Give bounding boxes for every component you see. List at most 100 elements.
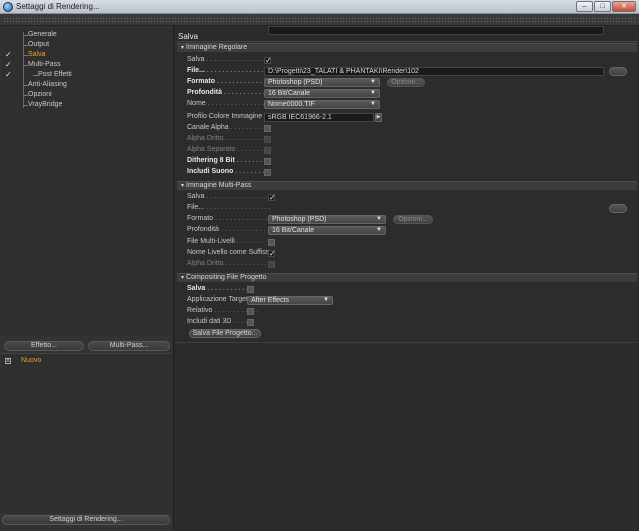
window-title-bar: Settaggi di Rendering... – □ ✕ — [0, 0, 639, 14]
minimize-button[interactable]: – — [576, 1, 593, 12]
tree-item-multi-pass[interactable]: ✓ Multi-Pass — [1, 60, 172, 70]
comp-include3d-checkbox[interactable] — [247, 319, 254, 326]
comp-target-dropdown[interactable]: After Effects ▼ — [247, 296, 333, 305]
regular-depth-dropdown[interactable]: 16 Bit/Canale ▼ — [264, 89, 380, 98]
mp-format-value: Photoshop (PSD) — [272, 216, 327, 223]
regular-alpha-straight-row: Alpha Dritto . . . . . . . . . . — [187, 135, 263, 142]
collapse-icon: ▾ — [181, 275, 185, 281]
regular-name-row: Nome . . . . . . . . . . . . . . . . — [187, 100, 268, 107]
mp-depth-label: Profondità — [187, 226, 219, 233]
window-title: Settaggi di Rendering... — [16, 2, 100, 11]
mp-suffix-label: Nome Livello come Suffisso — [187, 249, 274, 256]
regular-options-button[interactable]: Opzioni... — [387, 78, 425, 87]
chevron-down-icon: ▼ — [370, 101, 376, 107]
regular-alpha-checkbox[interactable] — [264, 125, 271, 132]
maximize-button[interactable]: □ — [594, 1, 611, 12]
regular-profile-label: Profilo Colore Immagine — [187, 113, 263, 120]
chevron-down-icon: ▼ — [376, 227, 382, 233]
section-regular-image[interactable]: ▾ Immagine Regolare — [177, 43, 637, 52]
regular-file-label[interactable]: File... — [187, 67, 205, 74]
tree-item-post-effetti[interactable]: ✓ Post Effetti — [1, 70, 172, 80]
arrow-right-icon[interactable]: ▶ — [375, 113, 382, 122]
mp-format-dropdown[interactable]: Photoshop (PSD) ▼ — [268, 215, 386, 224]
preset-list: x Nuovo — [1, 353, 172, 513]
mp-file-label[interactable]: File... — [187, 204, 204, 211]
check-icon[interactable]: ✓ — [5, 70, 12, 80]
tree-item-label: Post Effetti — [38, 71, 72, 78]
mp-options-button[interactable]: Opzioni... — [393, 215, 433, 224]
tree-item-label: Salva — [28, 51, 46, 58]
mp-depth-row: Profondità . . . . . . . . . . . . . — [187, 226, 270, 233]
mp-alpha-straight-checkbox[interactable] — [268, 261, 275, 268]
chevron-down-icon: ▼ — [370, 90, 376, 96]
regular-sound-checkbox[interactable] — [264, 169, 271, 176]
regular-name-dropdown[interactable]: Nome0000.TIF ▼ — [264, 100, 380, 109]
tree-item-label: VrayBridge — [28, 101, 63, 108]
tree-item-output[interactable]: Output — [1, 40, 172, 50]
check-icon[interactable]: ✓ — [5, 50, 12, 60]
app-icon — [3, 2, 13, 12]
multipass-button[interactable]: Multi-Pass... — [88, 341, 170, 351]
regular-dither-row: Dithering 8 Bit . . . . . . . — [187, 157, 263, 164]
comp-include3d-row: Includi dati 3D . . . . . — [187, 318, 251, 325]
chevron-down-icon: ▼ — [376, 216, 382, 222]
regular-depth-label: Profondità — [187, 89, 222, 96]
tree-item-label: Opzioni — [28, 91, 52, 98]
tree-item-anti-aliasing[interactable]: Anti-Aliasing — [1, 80, 172, 90]
section-compositing[interactable]: ▾ Compositing File Progetto — [177, 273, 637, 282]
regular-dither-checkbox[interactable] — [264, 158, 271, 165]
regular-format-dropdown[interactable]: Photoshop (PSD) ▼ — [264, 78, 380, 87]
chevron-down-icon: ▼ — [323, 297, 329, 303]
regular-file-path-field[interactable]: D:\Progetti\23_TALATI & PHANTAKI\Render\… — [264, 67, 604, 76]
regular-profile-field[interactable]: sRGB IEC61966-2.1 — [264, 113, 374, 122]
regular-profile-row: Profilo Colore Immagine — [187, 112, 262, 122]
empty-panel-area — [175, 342, 639, 531]
regular-dither-label: Dithering 8 Bit — [187, 157, 235, 164]
mp-depth-dropdown[interactable]: 16 Bit/Canale ▼ — [268, 226, 386, 235]
section-title: Compositing File Progetto — [186, 274, 267, 281]
regular-format-label: Formato — [187, 78, 215, 85]
tree-item-opzioni[interactable]: Opzioni — [1, 90, 172, 100]
comp-target-row: Applicazione Target — [187, 295, 248, 305]
regular-alpha-separate-checkbox[interactable] — [264, 147, 271, 154]
regular-format-row: Formato . . . . . . . . . . . . . — [187, 78, 266, 85]
regular-save-checkbox[interactable]: ✓ — [264, 57, 272, 65]
comp-relative-label: Relativo — [187, 307, 213, 314]
tree-item-label: Anti-Aliasing — [28, 81, 67, 88]
regular-alpha-separate-row: Alpha Separato . . . . . . . . — [187, 146, 267, 153]
preset-item-nuovo[interactable]: x Nuovo — [1, 356, 172, 366]
toolbar-grip[interactable] — [3, 17, 636, 23]
tree-item-salva[interactable]: ✓ Salva — [1, 50, 172, 60]
regular-sound-row: Includi Suono . . . . . . . . — [187, 168, 265, 175]
regular-alpha-straight-checkbox[interactable] — [264, 136, 271, 143]
regular-alpha-separate-label: Alpha Separato — [187, 146, 236, 153]
regular-file-browse-button[interactable] — [609, 67, 627, 76]
mp-file-path-field[interactable] — [268, 26, 604, 35]
window-controls: – □ ✕ — [576, 1, 636, 12]
check-icon[interactable]: ✓ — [5, 60, 12, 70]
mp-alpha-straight-row: Alpha Dritto . . . . . . . . . . . — [187, 260, 267, 267]
mp-save-checkbox[interactable]: ✓ — [268, 194, 276, 202]
mp-file-browse-button[interactable] — [609, 204, 627, 213]
preset-mark-icon[interactable]: x — [5, 358, 11, 364]
settings-panel: Salva ▾ Immagine Regolare Salva . . . . .… — [175, 26, 639, 531]
mp-multilayer-row: File Multi-Livelli . . . . . . . — [187, 238, 263, 245]
mp-suffix-checkbox[interactable]: ✓ — [268, 250, 276, 258]
close-button[interactable]: ✕ — [612, 1, 636, 12]
comp-target-value: After Effects — [251, 297, 289, 304]
comp-target-label: Applicazione Target — [187, 296, 248, 303]
comp-relative-checkbox[interactable] — [247, 308, 254, 315]
mp-multilayer-checkbox[interactable] — [268, 239, 275, 246]
render-settings-button[interactable]: Settaggi di Rendering... — [2, 515, 170, 525]
mp-save-label: Salva — [187, 193, 205, 200]
comp-save-checkbox[interactable] — [247, 286, 254, 293]
mp-alpha-straight-label: Alpha Dritto — [187, 260, 224, 267]
tree-item-generale[interactable]: Generale — [1, 30, 172, 40]
save-project-file-button[interactable]: Salva File Progetto... — [189, 329, 261, 338]
tree-item-vraybridge[interactable]: VrayBridge — [1, 100, 172, 110]
regular-name-value: Nome0000.TIF — [268, 101, 315, 108]
comp-save-label: Salva — [187, 285, 206, 292]
section-title: Immagine Regolare — [186, 44, 248, 51]
section-multipass-image[interactable]: ▾ Immagine Multi-Pass — [177, 181, 637, 190]
effect-button[interactable]: Effetto... — [4, 341, 84, 351]
